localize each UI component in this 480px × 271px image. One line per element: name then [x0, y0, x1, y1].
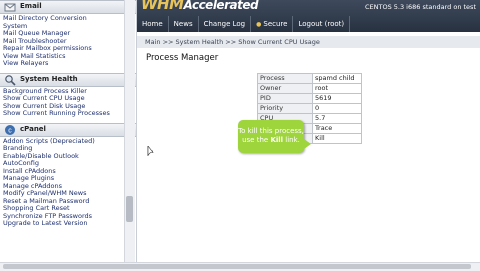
row-value[interactable]: Trace	[312, 123, 362, 134]
sidebar-link[interactable]: View Relayers	[3, 59, 136, 68]
sidebar-section-email[interactable]: Email	[0, 0, 136, 14]
svg-text:c: c	[8, 127, 12, 134]
sidebar-scroll-thumb[interactable]	[126, 196, 133, 222]
magnifier-icon	[5, 74, 16, 86]
server-info: CENTOS 5.3 i686 standard on test	[364, 3, 476, 11]
row-key: Owner	[257, 83, 313, 94]
sidebar-link[interactable]: Upgrade to Latest Version	[3, 219, 136, 228]
sidebar-section-cpanel[interactable]: c cPanel	[0, 122, 136, 137]
nav-secure-label: Secure	[263, 20, 288, 28]
row-value: root	[312, 83, 362, 94]
sidebar-section-title: System Health	[20, 74, 78, 83]
breadcrumb[interactable]: Main >> System Health >> Show Current CP…	[145, 38, 320, 46]
table-row: Owner root	[257, 83, 362, 94]
page-title: Process Manager	[146, 53, 219, 63]
row-value: 5619	[312, 93, 362, 104]
sidebar-section-system-health[interactable]: System Health	[0, 72, 136, 87]
callout-text: link.	[285, 136, 300, 144]
callout-bold: Kill	[270, 136, 284, 144]
row-value: spamd child	[312, 73, 362, 84]
callout-line-2: use the Kill link.	[238, 136, 304, 145]
table-row: Priority 0	[257, 103, 362, 114]
whm-logo: WHMAccelerated	[141, 0, 259, 13]
tooltip-callout: To kill this process, use the Kill link.	[238, 120, 311, 153]
top-nav: Home News Change Log ● Secure Logout (roo…	[137, 16, 480, 32]
cpanel-icon: c	[5, 124, 15, 135]
callout-text: use the	[242, 136, 269, 144]
sidebar-system-health-links: Background Process Killer Show Current C…	[0, 87, 136, 119]
callout-arrow	[304, 139, 311, 149]
sidebar-email-links: Mail Directory Conversion System Mail Qu…	[0, 14, 136, 69]
row-key: Process	[257, 73, 313, 84]
breadcrumb-bar: Main >> System Health >> Show Current CP…	[137, 36, 480, 48]
horizontal-scroll-thumb[interactable]	[3, 264, 471, 269]
header-bar: WHMAccelerated CENTOS 5.3 i686 standard …	[137, 0, 480, 32]
nav-home[interactable]: Home	[137, 16, 169, 32]
row-value: 0	[312, 103, 362, 114]
row-key: Priority	[257, 103, 313, 114]
nav-change-log[interactable]: Change Log	[199, 16, 252, 32]
row-value: 5.7	[312, 113, 362, 124]
sidebar-section-title: Email	[20, 2, 42, 10]
callout-line-1: To kill this process,	[238, 127, 304, 135]
nav-secure[interactable]: ● Secure	[251, 16, 294, 32]
kill-link[interactable]: Kill	[312, 133, 362, 144]
table-row: Process spamd child	[257, 73, 362, 84]
logo-main: WHM	[141, 0, 184, 13]
table-row: PID 5619	[257, 93, 362, 104]
text-cursor-icon	[147, 146, 154, 156]
sidebar-cpanel-links: Addon Scripts (Depreciated) Branding Ena…	[0, 137, 136, 229]
sidebar: Email Mail Directory Conversion System M…	[0, 0, 137, 262]
row-key: PID	[257, 93, 313, 104]
logo-sub: Accelerated	[183, 0, 259, 12]
sidebar-link[interactable]: Show Current Running Processes	[3, 109, 136, 118]
nav-news[interactable]: News	[169, 16, 199, 32]
nav-logout[interactable]: Logout (root)	[293, 16, 351, 32]
lock-icon: ●	[256, 21, 262, 28]
sidebar-scrollbar[interactable]	[124, 0, 135, 262]
sidebar-section-title: cPanel	[20, 124, 46, 133]
email-icon	[4, 3, 16, 12]
